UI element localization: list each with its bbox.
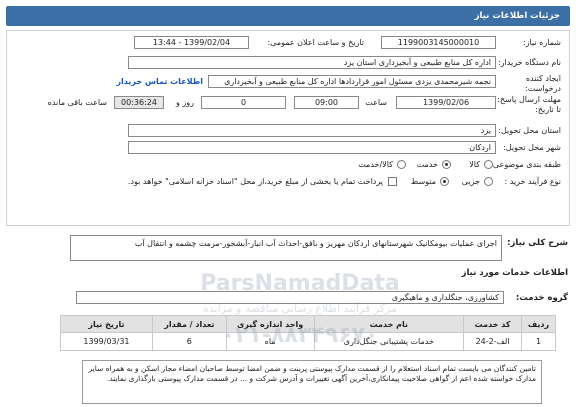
category-option-goods-service: کالا/خدمت bbox=[358, 160, 393, 169]
deadline-label-1: مهلت ارسال پاسخ: bbox=[497, 95, 561, 104]
services-table: ردیف کد خدمت نام خدمت واحد اندازه گیری ت… bbox=[60, 315, 556, 351]
process-label: نوع فرآیند خرید : bbox=[504, 177, 561, 186]
category-label: طبقه بندی موضوعی: bbox=[490, 160, 561, 169]
category-radio-goods[interactable] bbox=[484, 160, 493, 169]
need-number-field: 1199003145000010 bbox=[381, 36, 496, 49]
service-group-label: گروه خدمت: bbox=[515, 293, 568, 303]
col-quantity: تعداد / مقدار bbox=[151, 315, 227, 333]
treasury-payment-checkbox[interactable] bbox=[388, 177, 397, 186]
day-label: روز و bbox=[176, 98, 194, 107]
cell-row-number: 1 bbox=[521, 332, 556, 351]
treasury-payment-text: پرداخت تمام یا بخشی از مبلغ خرید،از محل … bbox=[127, 177, 383, 186]
creator-field: نجمه شیرمحمدی یزدی مسئول امور قراردادها … bbox=[208, 75, 496, 88]
deadline-date-field: 1399/02/06 bbox=[396, 96, 496, 109]
need-number-label: شماره نیاز: bbox=[523, 38, 561, 47]
city-field: اردکان bbox=[128, 141, 496, 154]
process-option-medium: متوسط bbox=[410, 177, 436, 186]
announce-date-field: 1399/02/04 - 13:44 bbox=[134, 36, 249, 49]
remaining-time-field: 00:36:24 bbox=[114, 96, 164, 109]
service-group-field: کشاورزی، جنگلداری و ماهیگیری bbox=[76, 291, 504, 304]
device-label: نام دستگاه خریدار: bbox=[498, 58, 561, 67]
announce-date-label: تاریخ و ساعت اعلان عمومی: bbox=[267, 38, 364, 47]
col-service-name: نام خدمت bbox=[313, 315, 465, 333]
col-service-code: کد خدمت bbox=[463, 315, 523, 333]
services-section-title: اطلاعات خدمات مورد نیاز bbox=[461, 268, 568, 278]
need-details-panel: شماره نیاز: 1199003145000010 تاریخ و ساع… bbox=[6, 30, 570, 226]
creator-label-2: درخواست: bbox=[525, 84, 561, 93]
category-option-service: خدمت bbox=[416, 160, 438, 169]
col-row-number: ردیف bbox=[521, 315, 556, 333]
cell-service-name: خدمات پشتیبانی جنگل‌داری bbox=[313, 332, 465, 351]
cell-unit: ماه bbox=[225, 332, 315, 351]
province-field: یزد bbox=[128, 124, 496, 137]
category-option-goods: کالا bbox=[469, 160, 480, 169]
category-radio-goods-service[interactable] bbox=[397, 160, 406, 169]
remaining-days-field: 0 bbox=[201, 96, 286, 109]
process-radio-medium[interactable] bbox=[440, 177, 449, 186]
deadline-time-label: ساعت bbox=[365, 98, 387, 107]
cell-service-code: الف-2-24 bbox=[463, 332, 523, 351]
device-field: اداره کل منابع طبیعی و آبخیزداری استان ی… bbox=[128, 56, 496, 69]
page-header: جزئیات اطلاعات نیاز bbox=[6, 6, 570, 26]
summary-label: شرح کلی نیاز: bbox=[507, 238, 568, 248]
cell-quantity: 6 bbox=[151, 332, 227, 351]
process-radio-minor[interactable] bbox=[484, 177, 493, 186]
table-row: 1 الف-2-24 خدمات پشتیبانی جنگل‌داری ماه … bbox=[60, 332, 556, 351]
city-label: شهر محل تحویل: bbox=[503, 143, 561, 152]
col-need-date: تاریخ نیاز bbox=[60, 315, 153, 333]
summary-field: اجرای عملیات بیومکانیک شهرستانهای اردکان… bbox=[70, 235, 502, 261]
buyer-contact-link[interactable]: اطلاعات تماس خریدار bbox=[116, 77, 203, 86]
deadline-time-field: 09:00 bbox=[294, 96, 359, 109]
cell-need-date: 1399/03/31 bbox=[60, 332, 153, 351]
province-label: استان محل تحویل: bbox=[498, 126, 561, 135]
col-unit: واحد اندازه گیری bbox=[225, 315, 315, 333]
remaining-label: ساعت باقی مانده bbox=[47, 98, 107, 107]
process-option-minor: جزیی bbox=[461, 177, 480, 186]
buyer-notes: تامین کنندگان می بایست تمام اسناد استعلا… bbox=[82, 360, 542, 404]
category-radio-service[interactable] bbox=[442, 160, 451, 169]
deadline-label-2: تا تاریخ: bbox=[535, 105, 561, 114]
creator-label-1: ایجاد کننده bbox=[525, 74, 561, 83]
